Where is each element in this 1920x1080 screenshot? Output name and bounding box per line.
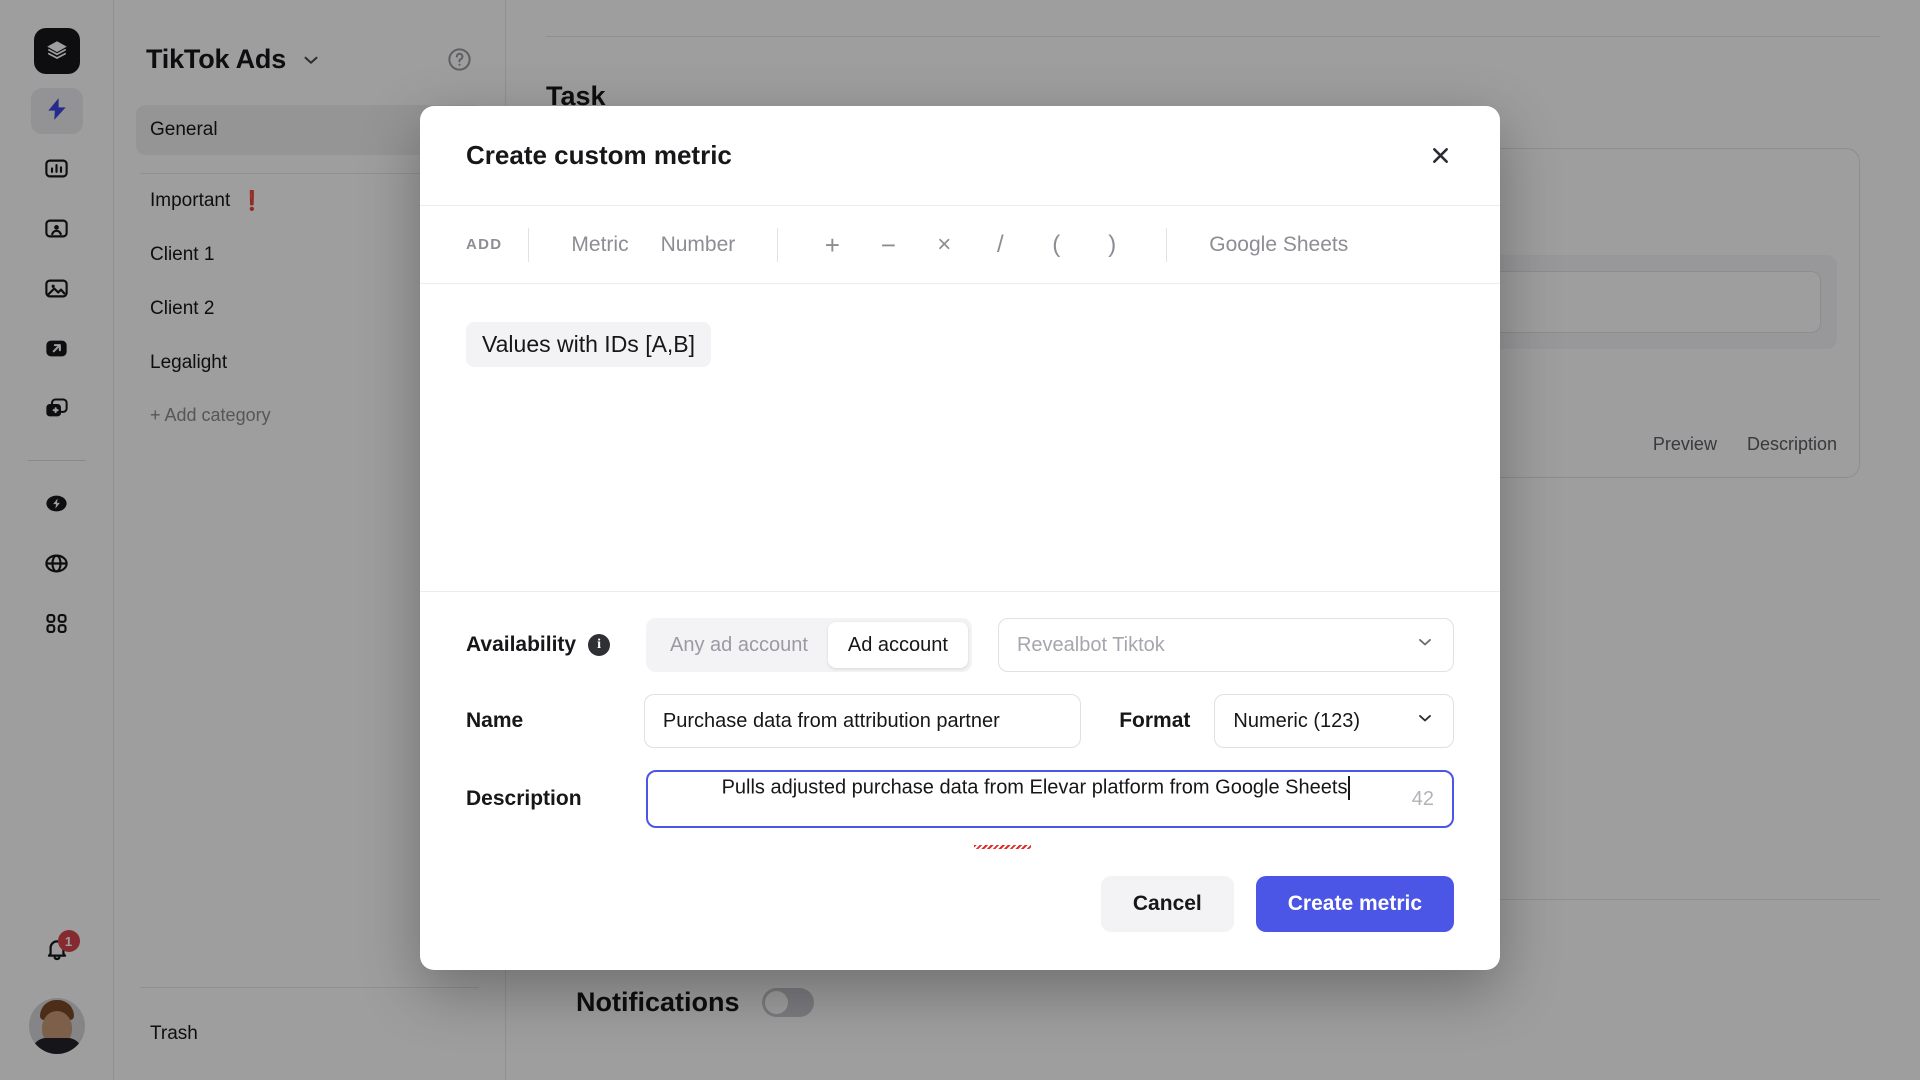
toolbar-google-sheets-button[interactable]: Google Sheets (1193, 233, 1364, 257)
operator-plus-button[interactable]: + (804, 232, 860, 258)
toolbar-divider (777, 227, 779, 262)
dialog-header: Create custom metric (420, 106, 1500, 206)
operator-paren-close-button[interactable]: ) (1084, 232, 1140, 257)
ad-account-select-value: Revealbot Tiktok (1016, 633, 1165, 656)
operator-multiply-button[interactable]: × (916, 232, 972, 257)
toolbar-number-button[interactable]: Number (645, 233, 752, 257)
description-row: Description Pulls adjusted purchase data… (466, 770, 1454, 849)
toolbar-add-label: ADD (466, 236, 503, 253)
description-label: Description (466, 787, 582, 810)
availability-label-group: Availability i (466, 633, 646, 657)
spellcheck-underline (974, 844, 1031, 849)
description-input[interactable]: Pulls adjusted purchase data from Elevar… (646, 770, 1454, 849)
availability-segmented-control: Any ad account Ad account (646, 618, 972, 672)
toolbar-metric-button[interactable]: Metric (555, 233, 644, 257)
description-text: Pulls adjusted purchase data from Elevar… (721, 775, 1348, 798)
formula-toolbar: ADD Metric Number + − × / ( ) Google She… (420, 206, 1500, 284)
dialog-title: Create custom metric (466, 140, 732, 170)
format-label: Format (1119, 709, 1191, 732)
chevron-down-icon (1415, 632, 1435, 658)
description-input-value: Pulls adjusted purchase data from Elevar… (666, 753, 1351, 849)
name-label: Name (466, 709, 524, 732)
close-icon[interactable] (1427, 142, 1454, 169)
format-select[interactable]: Numeric (123) (1214, 694, 1455, 748)
dialog-actions: Cancel Create metric (420, 850, 1500, 970)
toolbar-divider (1166, 227, 1168, 262)
create-metric-button[interactable]: Create metric (1255, 876, 1454, 932)
segment-ad-account[interactable]: Ad account (827, 622, 968, 668)
availability-row: Availability i Any ad account Ad account… (466, 618, 1454, 672)
ad-account-select[interactable]: Revealbot Tiktok (997, 618, 1454, 672)
segment-any-ad-account[interactable]: Any ad account (650, 622, 828, 668)
operator-paren-open-button[interactable]: ( (1028, 232, 1084, 257)
dialog-form: Availability i Any ad account Ad account… (420, 592, 1500, 850)
formula-token[interactable]: Values with IDs [A,B] (466, 322, 712, 367)
formula-canvas[interactable]: Values with IDs [A,B] (420, 284, 1500, 592)
operator-divide-button[interactable]: / (972, 232, 1028, 257)
toolbar-divider (528, 227, 530, 262)
chevron-down-icon (1415, 708, 1435, 734)
operator-minus-button[interactable]: − (860, 232, 916, 258)
format-select-value: Numeric (123) (1233, 709, 1361, 732)
name-input[interactable]: Purchase data from attribution partner (643, 694, 1082, 748)
availability-label: Availability (466, 633, 577, 656)
name-row: Name Purchase data from attribution part… (466, 694, 1455, 748)
name-input-value: Purchase data from attribution partner (662, 709, 1000, 732)
cancel-button[interactable]: Cancel (1100, 876, 1234, 932)
info-icon[interactable]: i (588, 634, 611, 656)
character-count: 42 (1411, 787, 1434, 810)
create-custom-metric-dialog: Create custom metric ADD Metric Number +… (420, 106, 1500, 970)
text-caret (1348, 775, 1351, 800)
